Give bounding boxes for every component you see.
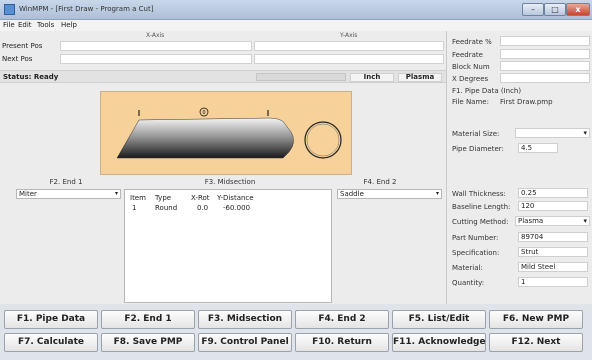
function-key-bar: F1. Pipe Data F2. End 1 F3. Midsection F… [0, 305, 592, 360]
row-xrot: 0.0 [197, 204, 209, 212]
progress-bar [256, 73, 346, 81]
specification-field[interactable]: Strut [518, 247, 588, 257]
cutting-method-value: Plasma [518, 217, 544, 225]
f9-control-panel-button[interactable]: F9. Control Panel [198, 333, 292, 352]
block-num-label: Block Num [452, 63, 490, 71]
app-icon [4, 4, 15, 15]
part-number-label: Part Number: [452, 234, 499, 242]
y-axis-label: Y-Axis [340, 32, 358, 39]
column-header-xrot: X-Rot [191, 194, 210, 202]
f7-calculate-button[interactable]: F7. Calculate [4, 333, 98, 352]
chevron-down-icon: ▾ [583, 129, 587, 137]
f2-end1-button[interactable]: F2. End 1 [101, 310, 195, 329]
file-name-value: First Draw.pmp [500, 98, 553, 106]
end1-title: F2. End 1 [49, 178, 83, 186]
pipe-body [116, 117, 294, 159]
end1-select[interactable]: Miter ▾ [16, 189, 121, 199]
x-degrees-field [500, 73, 590, 83]
pipe-drawing: 0 [100, 91, 352, 175]
midsection-marker-label: 0 [202, 110, 205, 116]
feedrate-pct-field [500, 36, 590, 46]
cutting-method-select[interactable]: Plasma ▾ [515, 216, 590, 226]
end2-select[interactable]: Saddle ▾ [337, 189, 442, 199]
wall-thickness-label: Wall Thickness: [452, 190, 506, 198]
minimize-button[interactable]: – [522, 3, 544, 16]
row-item: 1 [132, 204, 137, 212]
pipe-end-view [304, 121, 342, 159]
x-degrees-label: X Degrees [452, 75, 489, 83]
specification-label: Specification: [452, 249, 500, 257]
x-axis-label: X-Axis [146, 32, 165, 39]
material-size-select[interactable]: ▾ [515, 128, 590, 138]
next-pos-x-field [60, 54, 252, 64]
chevron-down-icon: ▾ [114, 190, 118, 197]
pipe-diameter-field[interactable]: 4.5 [518, 143, 558, 153]
midsection-title: F3. Midsection [204, 178, 256, 186]
close-button[interactable]: x [566, 3, 590, 16]
column-header-item: Item [130, 194, 146, 202]
f5-list-edit-button[interactable]: F5. List/Edit [392, 310, 486, 329]
feedrate-field [500, 49, 590, 59]
menu-edit[interactable]: Edit [18, 21, 32, 29]
baseline-length-label: Baseline Length: [452, 203, 511, 211]
row-ydistance: -60.000 [223, 204, 251, 212]
midsection-table[interactable]: Item Type X-Rot Y-Distance 1 Round 0.0 -… [124, 189, 332, 303]
wall-thickness-field[interactable]: 0.25 [518, 188, 588, 198]
feedrate-label: Feedrate [452, 51, 483, 59]
menu-bar: File Edit Tools Help [0, 20, 592, 31]
mode-indicator: Plasma [398, 73, 442, 82]
chevron-down-icon: ▾ [435, 190, 439, 197]
material-field[interactable]: Mild Steel [518, 262, 588, 272]
present-pos-y-field [254, 41, 444, 51]
menu-file[interactable]: File [3, 21, 15, 29]
next-pos-label: Next Pos [2, 55, 33, 63]
f11-acknowledge-button[interactable]: F11. Acknowledge [392, 333, 486, 352]
material-size-label: Material Size: [452, 130, 500, 138]
part-number-field[interactable]: 89704 [518, 232, 588, 242]
end2-title: F4. End 2 [363, 178, 397, 186]
quantity-label: Quantity: [452, 279, 485, 287]
next-pos-y-field [254, 54, 444, 64]
menu-help[interactable]: Help [61, 21, 77, 29]
pipe-diameter-label: Pipe Diameter: [452, 145, 504, 153]
pipe-drawing-canvas: 0 [116, 107, 342, 159]
maximize-button[interactable]: □ [544, 3, 566, 16]
column-header-type: Type [155, 194, 172, 202]
column-header-ydistance: Y-Distance [217, 194, 254, 202]
pipe-data-header: F1. Pipe Data (Inch) [452, 87, 522, 95]
status-text: Status: Ready [3, 73, 59, 81]
feedrate-pct-label: Feedrate % [452, 38, 492, 46]
unit-indicator: Inch [350, 73, 394, 82]
f8-save-pmp-button[interactable]: F8. Save PMP [101, 333, 195, 352]
title-bar: WinMPM - [First Draw - Program a Cut] – … [0, 0, 592, 20]
present-pos-label: Present Pos [2, 42, 43, 50]
cutting-method-label: Cutting Method: [452, 218, 509, 226]
quantity-field[interactable]: 1 [518, 277, 588, 287]
end2-value: Saddle [340, 190, 364, 198]
row-type: Round [155, 204, 178, 212]
menu-tools[interactable]: Tools [37, 21, 54, 29]
f6-new-pmp-button[interactable]: F6. New PMP [489, 310, 583, 329]
file-name-label: File Name: [452, 98, 489, 106]
end1-value: Miter [19, 190, 37, 198]
chevron-down-icon: ▾ [583, 217, 587, 225]
f12-next-button[interactable]: F12. Next [489, 333, 583, 352]
baseline-length-field[interactable]: 120 [518, 201, 588, 211]
block-num-field [500, 61, 590, 71]
material-label: Material: [452, 264, 483, 272]
window-title: WinMPM - [First Draw - Program a Cut] [19, 5, 154, 13]
f3-midsection-button[interactable]: F3. Midsection [198, 310, 292, 329]
pipe-end-view-inner [306, 123, 340, 157]
present-pos-x-field [60, 41, 252, 51]
f10-return-button[interactable]: F10. Return [295, 333, 389, 352]
status-bar: Status: Ready Inch Plasma [0, 70, 446, 83]
f1-pipe-data-button[interactable]: F1. Pipe Data [4, 310, 98, 329]
f4-end2-button[interactable]: F4. End 2 [295, 310, 389, 329]
